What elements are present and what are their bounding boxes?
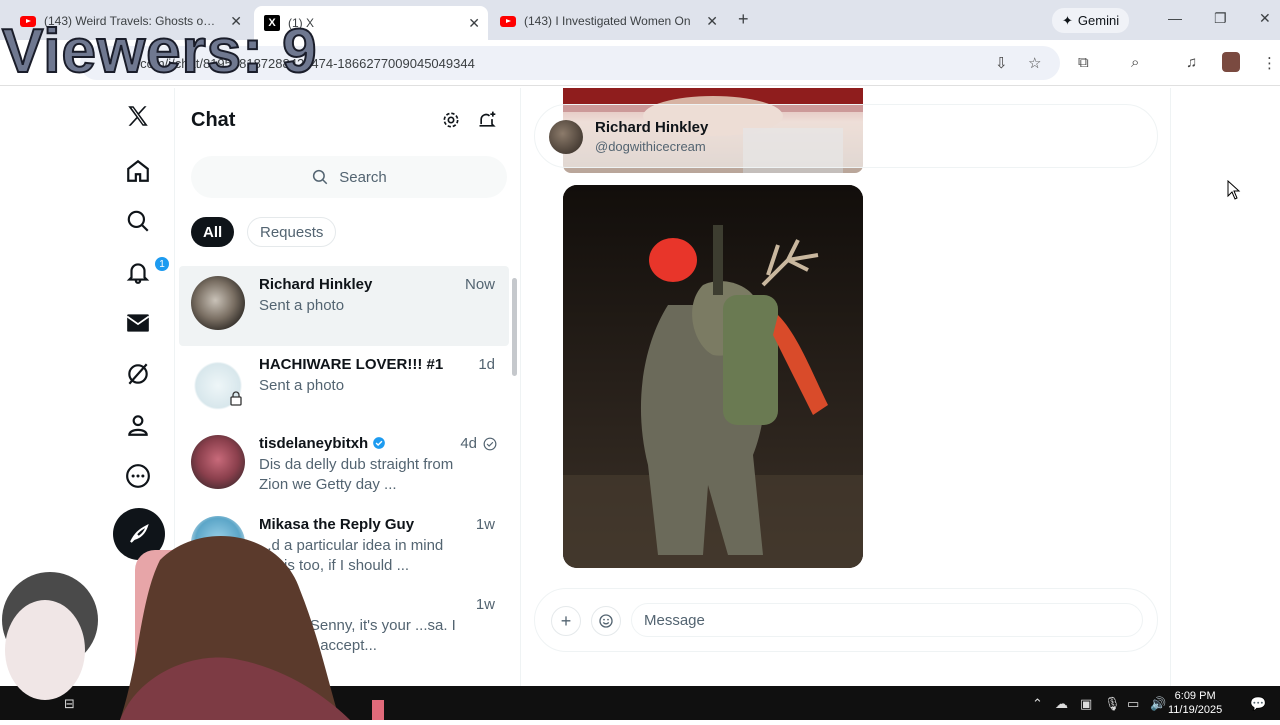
search-icon xyxy=(313,169,328,185)
emoji-button[interactable] xyxy=(591,606,621,636)
task-view-icon[interactable]: ⊟ xyxy=(64,696,75,712)
more-icon[interactable] xyxy=(116,454,160,498)
conversation-profile-card[interactable]: Richard Hinkley @dogwithicecream xyxy=(534,104,1158,168)
minimize-icon[interactable]: — xyxy=(1168,10,1182,26)
conversation-item[interactable]: ...arf 1w ...other Senny, it's your ...s… xyxy=(179,586,509,666)
mouse-cursor-icon xyxy=(1227,180,1241,200)
gemini-button[interactable]: ✦ Gemini xyxy=(1052,8,1130,33)
notification-badge: 1 xyxy=(154,256,170,272)
tab-title: (143) I Investigated Women On xyxy=(524,14,691,28)
filter-all-tab[interactable]: All xyxy=(191,217,235,247)
extensions-icon[interactable]: ⧉ xyxy=(1078,54,1089,71)
verified-badge-icon xyxy=(373,437,386,449)
notification-center-icon[interactable]: 💬 xyxy=(1250,696,1266,712)
avatar xyxy=(191,516,245,570)
x-logo-icon[interactable] xyxy=(116,94,160,138)
gemini-label: Gemini xyxy=(1077,13,1120,28)
lock-icon xyxy=(230,391,242,406)
tray-expand-icon[interactable]: ⌃ xyxy=(1032,696,1043,712)
hunter-photo-image xyxy=(563,185,863,568)
tab-investigated[interactable]: (143) I Investigated Women On ✕ xyxy=(490,6,726,36)
clock-date: 11/19/2025 xyxy=(1168,704,1223,716)
conversation-name-text: tisdelaneybitxh xyxy=(259,435,369,452)
avatar xyxy=(191,276,245,330)
windows-taskbar: ⊟ ⌃ ☁ ▣ 🎙 ▭ 🔊 6:09 PM 11/19/2025 💬 xyxy=(0,686,1280,720)
restore-icon[interactable]: ❐ xyxy=(1214,10,1227,27)
conversation-panel: Richard Hinkley @dogwithicecream + Messa… xyxy=(522,88,1170,686)
plus-icon: + xyxy=(560,610,572,631)
bookmark-star-icon[interactable]: ☆ xyxy=(1028,54,1041,72)
conversation-time: 4d xyxy=(460,435,477,452)
explore-search-icon[interactable] xyxy=(116,199,160,243)
profile-avatar[interactable] xyxy=(1222,52,1240,72)
conversation-time: 1w xyxy=(475,516,495,533)
conversation-preview: Sent a photo xyxy=(259,297,345,314)
new-tab-button[interactable]: + xyxy=(738,9,749,30)
install-app-icon[interactable]: ⇩ xyxy=(995,54,1008,72)
primary-nav: 1 xyxy=(100,88,174,688)
page-title: Chat xyxy=(191,109,236,131)
emoji-icon xyxy=(599,614,613,628)
conversation-preview: Dis da delly dub straight from Zion we G… xyxy=(259,456,454,493)
device-icon[interactable]: ▣ xyxy=(1080,696,1092,712)
profile-icon[interactable] xyxy=(116,403,160,447)
add-attachment-button[interactable]: + xyxy=(551,606,581,636)
viewer-count-overlay: Viewers: 9 xyxy=(1,16,318,87)
conversation-item[interactable]: tisdelaneybitxh 4d Dis da delly dub stra… xyxy=(179,425,509,505)
youtube-icon xyxy=(500,15,516,27)
close-window-icon[interactable]: ✕ xyxy=(1259,10,1271,27)
search-input[interactable]: Search xyxy=(191,156,507,198)
read-check-icon xyxy=(483,437,497,451)
avatar xyxy=(191,435,245,489)
microphone-icon[interactable]: 🎙 xyxy=(1104,696,1121,712)
menu-dots-icon[interactable]: ⋮ xyxy=(1262,54,1277,72)
profile-name: Richard Hinkley xyxy=(595,119,709,136)
message-composer: + Message xyxy=(534,588,1158,652)
clock-time: 6:09 PM xyxy=(1174,690,1216,702)
conversation-name: HACHIWARE LOVER!!! #1 xyxy=(259,356,444,373)
conversation-name: ...arf xyxy=(259,596,291,613)
profile-handle: @dogwithicecream xyxy=(595,139,706,154)
conversation-name: Mikasa the Reply Guy xyxy=(259,516,415,533)
filter-requests-tab[interactable]: Requests xyxy=(247,217,337,247)
close-icon[interactable]: ✕ xyxy=(468,15,480,32)
close-icon[interactable]: ✕ xyxy=(706,13,718,30)
avatar xyxy=(191,596,245,650)
conversation-preview: Sent a photo xyxy=(259,377,345,394)
conversation-time: 1d xyxy=(478,356,495,373)
conversation-time: Now xyxy=(464,276,495,293)
conversation-preview: ...other Senny, it's your ...sa. I still… xyxy=(259,617,456,654)
chat-list-scrollbar[interactable] xyxy=(512,278,517,376)
network-icon[interactable]: ▭ xyxy=(1127,696,1139,712)
onedrive-icon[interactable]: ☁ xyxy=(1055,696,1068,712)
conversation-name: Richard Hinkley xyxy=(259,276,373,293)
conversation-name: tisdelaneybitxh xyxy=(259,435,386,452)
media-control-icon[interactable]: ♫ xyxy=(1186,54,1197,71)
volume-icon[interactable]: 🔊 xyxy=(1150,696,1166,712)
feather-icon xyxy=(130,524,149,543)
avatar xyxy=(549,120,583,154)
system-clock[interactable]: 6:09 PM 11/19/2025 xyxy=(1168,689,1222,717)
conversation-item[interactable]: HACHIWARE LOVER!!! #1 1d Sent a photo xyxy=(179,346,509,426)
compose-post-button[interactable] xyxy=(113,508,165,560)
notifications-icon[interactable]: 1 xyxy=(116,250,170,294)
message-input[interactable]: Message xyxy=(631,603,1143,637)
home-icon[interactable] xyxy=(116,149,160,193)
chat-list-panel: Chat Search All Requests Richard Hinkley… xyxy=(174,88,521,686)
gemini-icon: ✦ xyxy=(1062,12,1073,28)
search-placeholder: Search xyxy=(339,168,387,186)
conversation-time: 1w xyxy=(475,596,495,613)
message-photo[interactable] xyxy=(563,185,863,568)
messages-icon[interactable] xyxy=(116,301,160,345)
conversation-preview: ...d a particular idea in mind ...this t… xyxy=(259,537,444,574)
grok-icon[interactable] xyxy=(116,352,160,396)
conversation-item[interactable]: Richard Hinkley Now Sent a photo xyxy=(179,266,509,346)
conversation-item[interactable]: Mikasa the Reply Guy 1w ...d a particula… xyxy=(179,506,509,586)
settings-gear-icon[interactable] xyxy=(441,110,461,135)
tab-search-icon[interactable]: ⌕ xyxy=(1131,54,1139,71)
right-side-panel xyxy=(1170,88,1280,686)
new-message-icon[interactable] xyxy=(477,110,497,135)
